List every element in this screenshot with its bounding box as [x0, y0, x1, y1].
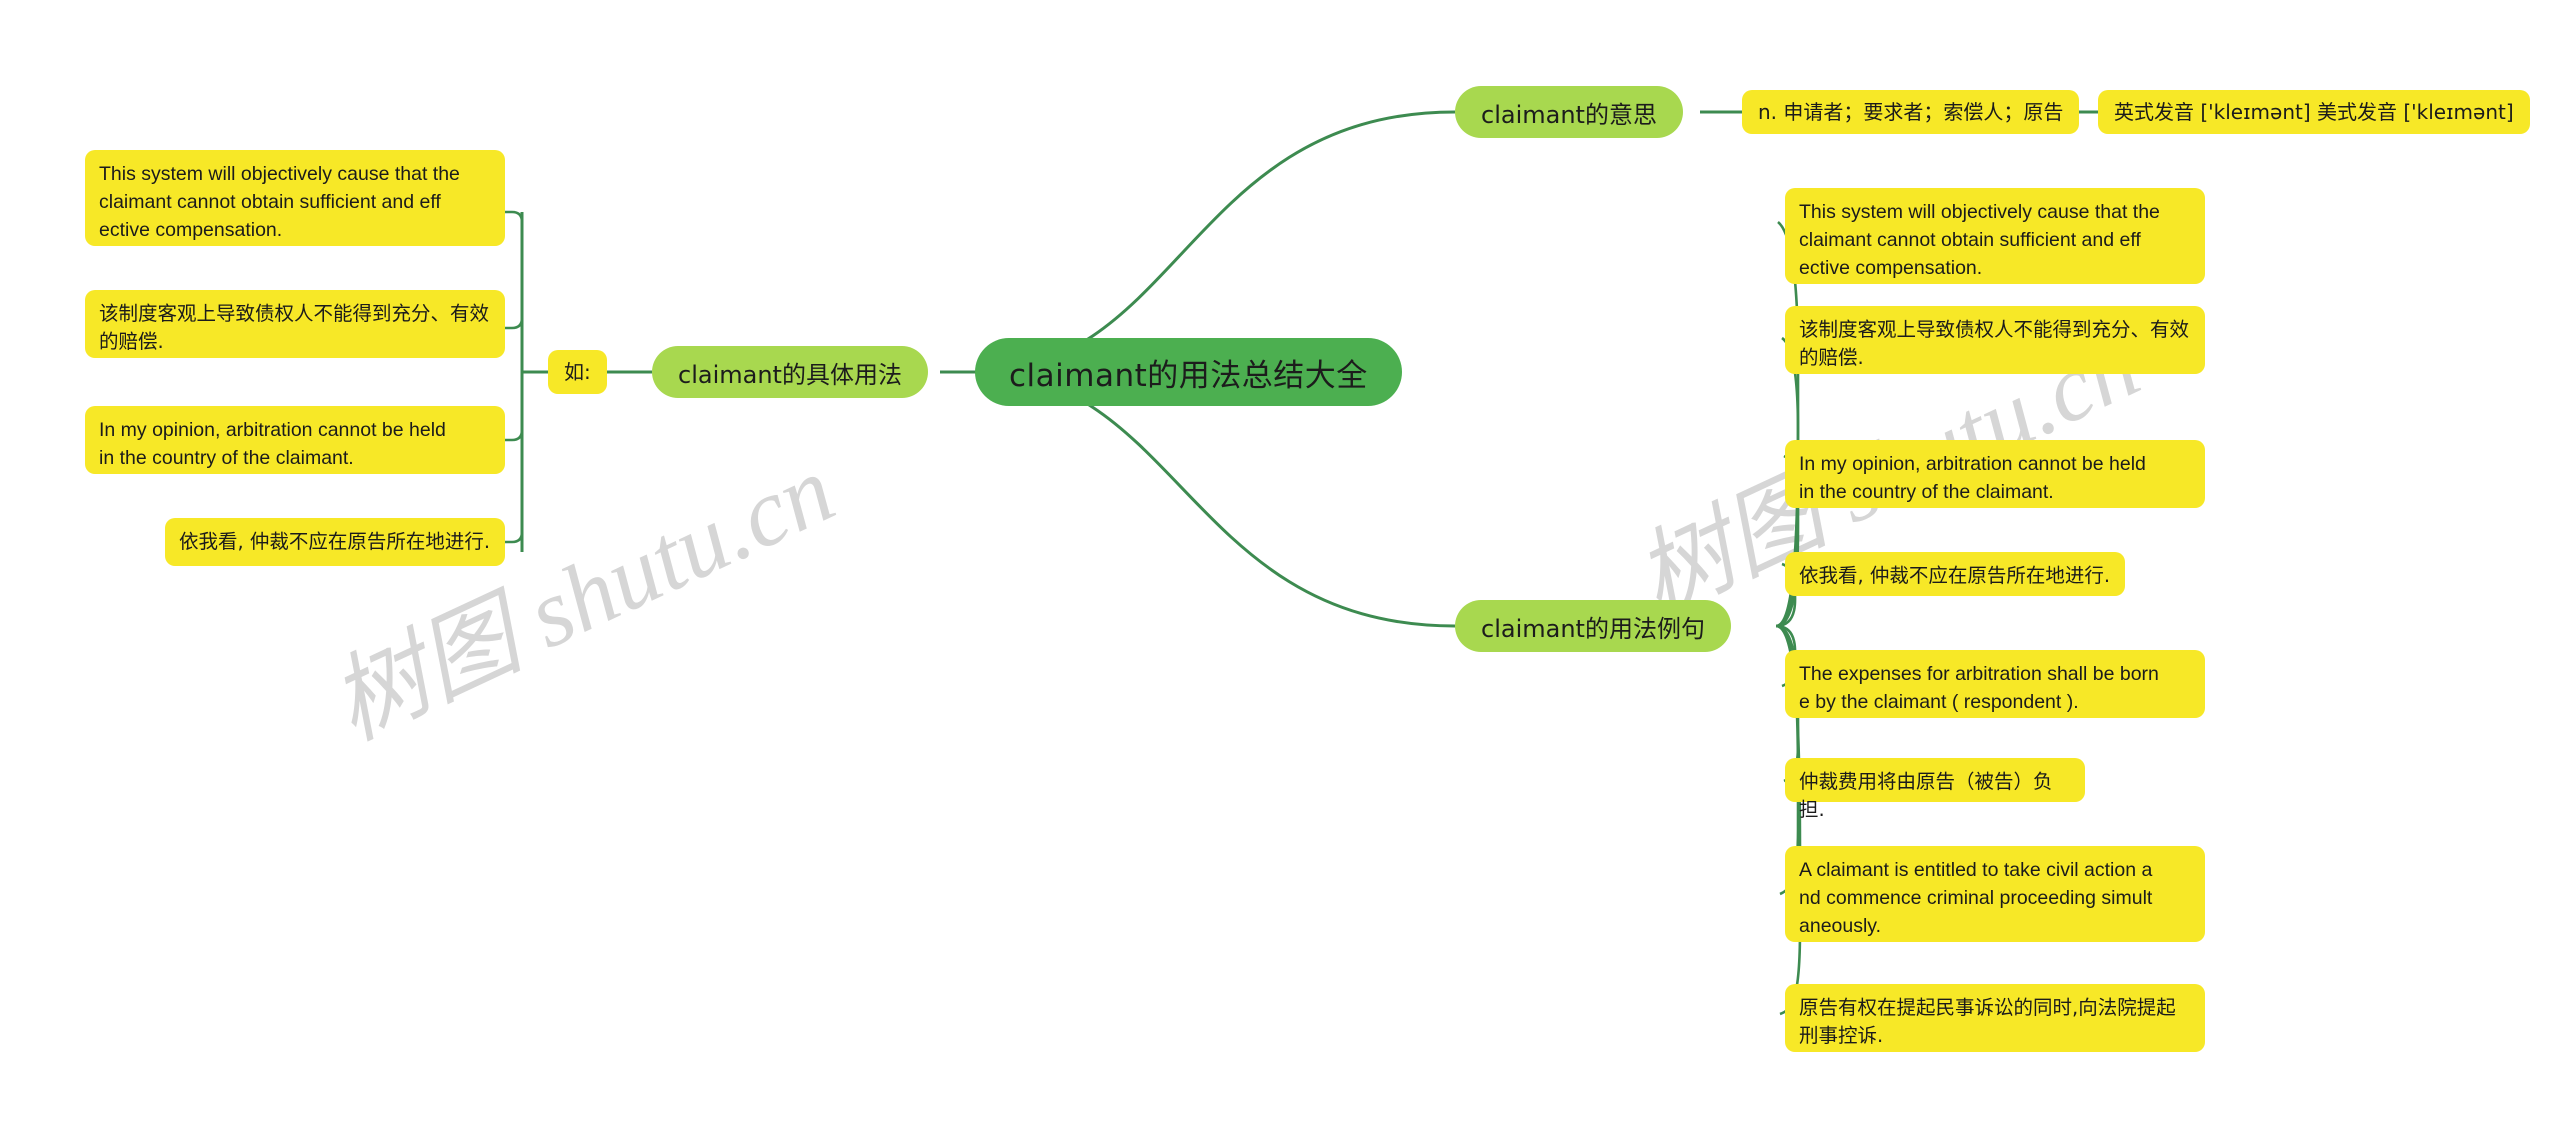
leaf-usage-zh-2[interactable]: 依我看, 仲裁不应在原告所在地进行. [165, 518, 505, 566]
leaf-ex-en-2-line-2: in the country of the claimant. [1799, 481, 2054, 503]
usage-connector-label-text: 如: [564, 360, 591, 384]
leaf-ex-en-4[interactable]: A claimant is entitled to take civil act… [1785, 846, 2205, 942]
leaf-ex-en-1[interactable]: This system will objectively cause that … [1785, 188, 2205, 284]
leaf-ex-en-1-line-2: claimant cannot obtain sufficient and ef… [1799, 229, 2141, 251]
leaf-ex-zh-2-line-1: 依我看, 仲裁不应在原告所在地进行. [1799, 564, 2111, 587]
root-node-label: claimant的用法总结大全 [1009, 357, 1368, 394]
leaf-ex-en-2-line-1: In my opinion, arbitration cannot be hel… [1799, 453, 2146, 475]
link-usage-leaf-3 [505, 429, 524, 442]
link-usage-leaf-4 [505, 531, 524, 544]
leaf-ex-en-3-line-2: e by the claimant ( respondent ). [1799, 691, 2079, 713]
leaf-usage-zh-1-line-2: 的赔偿. [99, 330, 164, 353]
leaf-ex-zh-2[interactable]: 依我看, 仲裁不应在原告所在地进行. [1785, 552, 2125, 596]
leaf-ex-en-3[interactable]: The expenses for arbitration shall be bo… [1785, 650, 2205, 718]
link-root-to-examples [974, 370, 1456, 628]
leaf-ex-en-4-line-3: aneously. [1799, 915, 1882, 937]
branch-node-meaning-label: claimant的意思 [1481, 100, 1657, 129]
leaf-ex-en-4-line-2: nd commence criminal proceeding simult [1799, 887, 2153, 909]
leaf-ex-en-1-line-1: This system will objectively cause that … [1799, 201, 2160, 223]
leaf-ex-en-2[interactable]: In my opinion, arbitration cannot be hel… [1785, 440, 2205, 508]
leaf-usage-en-2[interactable]: In my opinion, arbitration cannot be hel… [85, 406, 505, 474]
leaf-ex-zh-3[interactable]: 仲裁费用将由原告（被告）负担. [1785, 758, 2085, 821]
leaf-ex-en-3-line-1: The expenses for arbitration shall be bo… [1799, 663, 2159, 685]
leaf-ex-zh-1-line-1: 该制度客观上导致债权人不能得到充分、有效 [1799, 318, 2190, 341]
leaf-ex-zh-4[interactable]: 原告有权在提起民事诉讼的同时,向法院提起 刑事控诉. [1785, 984, 2205, 1052]
leaf-ex-en-1-line-3: ective compensation. [1799, 257, 1983, 279]
root-node[interactable]: claimant的用法总结大全 [975, 338, 1402, 406]
leaf-ex-zh-1-line-2: 的赔偿. [1799, 346, 1864, 369]
leaf-pronunciation-label: 英式发音 ['kleɪmənt] 美式发音 ['kleɪmənt] [2114, 100, 2514, 124]
leaf-definition-label: n. 申请者；要求者；索偿人；原告 [1758, 100, 2064, 124]
leaf-ex-zh-3-line-1: 仲裁费用将由原告（被告）负担. [1799, 770, 2053, 821]
leaf-ex-zh-4-line-2: 刑事控诉. [1799, 1024, 1884, 1047]
leaf-usage-zh-1-line-1: 该制度客观上导致债权人不能得到充分、有效 [99, 302, 490, 325]
leaf-ex-zh-4-line-1: 原告有权在提起民事诉讼的同时,向法院提起 [1799, 996, 2176, 1019]
branch-node-examples-label: claimant的用法例句 [1481, 614, 1705, 643]
branch-node-examples[interactable]: claimant的用法例句 [1455, 600, 1731, 652]
leaf-ex-zh-1[interactable]: 该制度客观上导致债权人不能得到充分、有效 的赔偿. [1785, 306, 2205, 374]
mindmap-canvas: 树图 shutu.cn 树图 shutu.cn claimant的用法总结大全 … [0, 0, 2560, 1133]
leaf-usage-en-1[interactable]: This system will objectively cause that … [85, 150, 505, 246]
leaf-usage-en-2-line-2: in the country of the claimant. [99, 447, 354, 469]
branch-node-usage[interactable]: claimant的具体用法 [652, 346, 928, 398]
leaf-usage-zh-1[interactable]: 该制度客观上导致债权人不能得到充分、有效 的赔偿. [85, 290, 505, 358]
leaf-ex-en-4-line-1: A claimant is entitled to take civil act… [1799, 859, 2153, 881]
usage-connector-label[interactable]: 如: [548, 350, 607, 394]
branch-node-meaning[interactable]: claimant的意思 [1455, 86, 1683, 138]
link-usage-leaf-1 [505, 210, 524, 223]
link-usage-leaf-2 [505, 317, 524, 330]
leaf-usage-en-1-line-2: claimant cannot obtain sufficient and ef… [99, 191, 441, 213]
leaf-usage-en-1-line-1: This system will objectively cause that … [99, 163, 460, 185]
leaf-usage-zh-2-line-1: 依我看, 仲裁不应在原告所在地进行. [179, 530, 491, 553]
leaf-usage-en-2-line-1: In my opinion, arbitration cannot be hel… [99, 419, 446, 441]
leaf-pronunciation[interactable]: 英式发音 ['kleɪmənt] 美式发音 ['kleɪmənt] [2098, 90, 2530, 134]
leaf-definition[interactable]: n. 申请者；要求者；索偿人；原告 [1742, 90, 2080, 134]
link-root-to-meaning [974, 110, 1456, 374]
leaf-usage-en-1-line-3: ective compensation. [99, 219, 283, 241]
branch-node-usage-label: claimant的具体用法 [678, 360, 902, 389]
